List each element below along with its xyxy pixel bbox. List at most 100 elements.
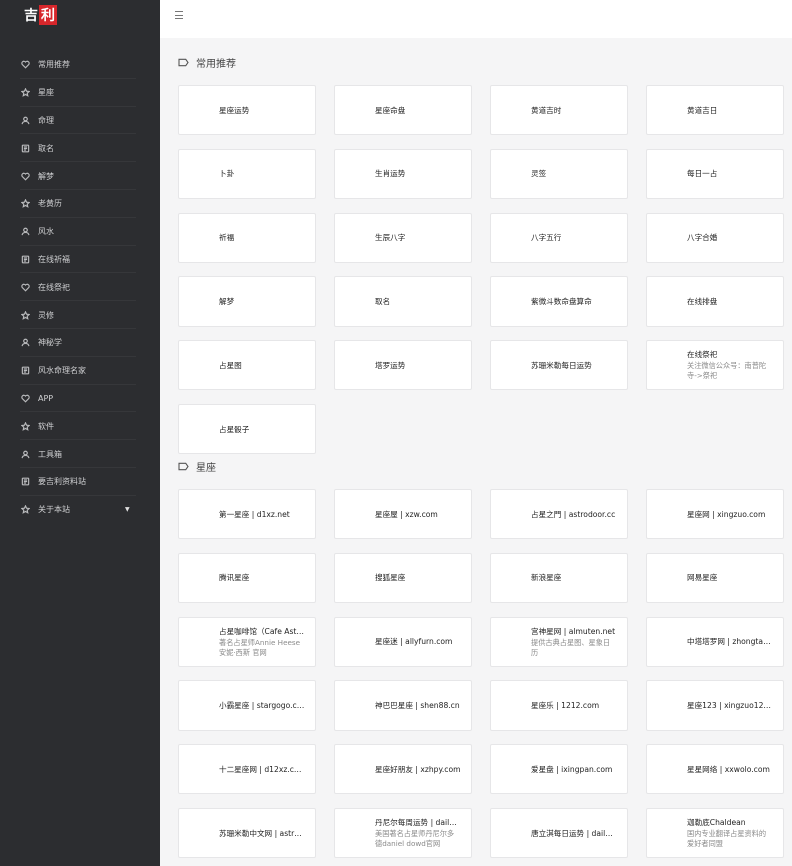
site-card[interactable]: 八字五行 <box>490 212 628 263</box>
tag-icon <box>178 58 190 68</box>
card-title: 星星网络 | xxwolo.com <box>687 764 770 774</box>
card-title: 塔罗运势 <box>375 360 406 370</box>
section-title-label: 星座 <box>196 463 216 474</box>
sidebar-item[interactable]: 在线祈福 <box>0 246 160 274</box>
sidebar-item-label: 在线祭祀 <box>38 282 70 292</box>
card-title: 星座网 | xingzuo.com <box>687 509 766 519</box>
site-card[interactable]: 苏珊米勒每日运势 <box>490 340 628 391</box>
sidebar-item-label: 在线祈福 <box>38 254 70 264</box>
site-card[interactable]: 丹尼尔每周运势 | dailyhoroscope.com美国著名占星师丹尼尔多德… <box>334 807 472 859</box>
sidebar-item[interactable]: 灵修 <box>0 301 160 329</box>
site-card[interactable]: 迦勒底Chaldean 国内专业翻译占星资料的爱好者同盟 <box>646 807 784 859</box>
card-title: 星座好朋友 | xzhpy.com <box>375 764 461 774</box>
sidebar-item[interactable]: 在线祭祀 <box>0 273 160 301</box>
site-card[interactable]: 中塔塔罗网 | zhongtatarot.com <box>646 616 784 667</box>
user-icon <box>20 449 30 459</box>
sidebar-item[interactable]: 命理 <box>0 107 160 135</box>
section-title-label: 常用推荐 <box>196 59 236 70</box>
site-card[interactable]: 在线排盘 <box>646 276 784 327</box>
site-card[interactable]: 卜卦 <box>178 148 316 200</box>
site-card[interactable]: 新浪星座 <box>490 552 628 604</box>
site-card[interactable]: 取名 <box>334 276 472 327</box>
sidebar-item-label: 工具箱 <box>38 449 62 459</box>
sidebar-item[interactable]: 要吉利资料站 <box>0 468 160 496</box>
card-title: 中塔塔罗网 | zhongtatarot.com <box>687 637 773 647</box>
card-description: 关注微信公众号：南普陀寺->祭祀 <box>687 361 767 381</box>
sidebar-item[interactable]: 常用推荐 <box>0 51 160 79</box>
site-card[interactable]: 星座命盘 <box>334 85 472 136</box>
site-card[interactable]: 生肖运势 <box>334 148 472 200</box>
tag-icon <box>178 462 190 472</box>
site-card[interactable]: 紫微斗数命盘算命 <box>490 276 628 327</box>
card-title: 黄道吉日 <box>687 105 718 115</box>
site-card[interactable]: 神巴巴星座 | shen88.cn <box>334 680 472 731</box>
site-card[interactable]: 塔罗运势 <box>334 340 472 391</box>
sidebar-item[interactable]: 老黄历 <box>0 190 160 218</box>
site-card[interactable]: 小霸星座 | stargogo.com <box>178 680 316 731</box>
site-card[interactable]: 黄道吉时 <box>490 85 628 136</box>
site-card[interactable]: 星星网络 | xxwolo.com <box>646 744 784 795</box>
sidebar-item[interactable]: 取名 <box>0 134 160 162</box>
site-card[interactable]: 八字合婚 <box>646 212 784 263</box>
sidebar-item-label: 要吉利资料站 <box>38 477 86 487</box>
site-card[interactable]: 解梦 <box>178 276 316 327</box>
site-card[interactable]: 星座迷 | allyfurn.com <box>334 616 472 667</box>
site-card[interactable]: 星座网 | xingzuo.com <box>646 489 784 540</box>
card-title: 星座乐 | 1212.com <box>531 701 600 711</box>
site-card[interactable]: 占星之門 | astrodoor.cc <box>490 489 628 540</box>
card-title: 星座命盘 <box>375 105 406 115</box>
card-title: 星座123 | xingzuo123.com <box>687 701 773 711</box>
site-card[interactable]: 在线祭祀 关注微信公众号：南普陀寺->祭祀 <box>646 340 784 391</box>
site-card[interactable]: 星座屋 | xzw.com <box>334 489 472 540</box>
sidebar-item[interactable]: 神秘学 <box>0 329 160 357</box>
sidebar-nav: 常用推荐星座命理取名 解梦 老黄历 风水在线祈福在线祭祀灵修神秘学 风水命理名家 APP 软… <box>0 51 160 524</box>
site-card[interactable]: 占星骰子 <box>178 403 316 455</box>
site-card[interactable]: 网易星座 <box>646 552 784 604</box>
card-title: 占星咖啡馆（Cafe Astrology） <box>219 626 305 636</box>
site-card[interactable]: 第一星座 | d1xz.net <box>178 489 316 540</box>
site-card[interactable]: 搜狐星座 <box>334 552 472 604</box>
site-card[interactable]: 爱星盘 | ixingpan.com <box>490 744 628 795</box>
sidebar-item[interactable]: 解梦 <box>0 162 160 190</box>
site-card[interactable]: 腾讯星座 <box>178 552 316 604</box>
card-title: 占星之門 | astrodoor.cc <box>531 509 616 519</box>
chevron-down-icon[interactable]: ▼ <box>125 506 130 513</box>
card-title: 解梦 <box>219 297 235 307</box>
site-card[interactable]: 宫神星网 | almuten.net 提供古典占星图、星象日历 <box>490 616 628 667</box>
site-card[interactable]: 黄道吉日 <box>646 85 784 136</box>
site-card[interactable]: 星座乐 | 1212.com <box>490 680 628 731</box>
site-card[interactable]: 生辰八字 <box>334 212 472 263</box>
sidebar-item[interactable]: 工具箱 <box>0 440 160 468</box>
sidebar-item[interactable]: 关于本站 ▼ <box>0 496 160 524</box>
star-icon <box>20 199 30 209</box>
site-card[interactable]: 星座运势 <box>178 85 316 136</box>
card-title: 紫微斗数命盘算命 <box>531 297 592 307</box>
sidebar-item[interactable]: 风水命理名家 <box>0 357 160 385</box>
sidebar-item[interactable]: 星座 <box>0 79 160 107</box>
site-card[interactable]: 星座好朋友 | xzhpy.com <box>334 744 472 795</box>
card-grid-recommended: 星座运势 星座命盘 黄道吉时 黄道吉日卜卦 生肖运势 灵签 每日一占祈福 生辰八字 八字五行 八字… <box>178 85 784 455</box>
site-card[interactable]: 星座123 | xingzuo123.com <box>646 680 784 731</box>
site-card[interactable]: 占星咖啡馆（Cafe Astrology）著名占星师Annie Heese安妮·… <box>178 616 316 667</box>
card-title: 爱星盘 | ixingpan.com <box>531 764 613 774</box>
site-card[interactable]: 祈福 <box>178 212 316 263</box>
sidebar-item-label: 命理 <box>38 115 54 125</box>
sidebar-item-label: 灵修 <box>38 310 54 320</box>
book-icon <box>20 477 30 487</box>
site-card[interactable]: 灵签 <box>490 148 628 200</box>
card-title: 卜卦 <box>219 169 235 179</box>
site-card[interactable]: 每日一占 <box>646 148 784 200</box>
sidebar-item[interactable]: APP <box>0 385 160 413</box>
star-icon <box>20 88 30 98</box>
section-title-recommended: 常用推荐 <box>178 55 236 70</box>
card-title: 星座迷 | allyfurn.com <box>375 637 453 647</box>
hamburger-menu-icon[interactable] <box>175 10 185 20</box>
site-card[interactable]: 十二星座网 | d12xz.com <box>178 744 316 795</box>
sidebar-item[interactable]: 风水 <box>0 218 160 246</box>
site-card[interactable]: 唐立淇每日运势 | daily-horoscope.com <box>490 807 628 859</box>
sidebar-item[interactable]: 软件 <box>0 412 160 440</box>
sidebar-item-label: 常用推荐 <box>38 60 70 70</box>
site-card[interactable]: 苏珊米勒中文网 | astrologyzone.cn <box>178 807 316 859</box>
site-card[interactable]: 占星图 <box>178 340 316 391</box>
site-logo[interactable]: 吉利 <box>24 5 57 25</box>
